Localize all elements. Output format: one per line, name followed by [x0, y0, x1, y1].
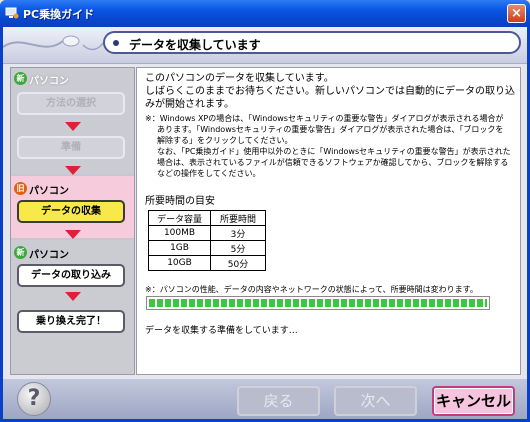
note-line: ※：Windows XPの場合は、「Windowsセキュリティの重要な警告」ダイ… [145, 114, 504, 123]
intro-line: このパソコンのデータを収集しています。 [145, 73, 334, 84]
duration-table: データ容量 所要時間 100MB 3分 1GB 5分 10GB 50分 [148, 210, 266, 271]
step-complete: 乗り換え完了！ [17, 310, 125, 333]
old-badge-icon: 旧 [14, 182, 27, 195]
table-title: 所要時間の目安 [145, 196, 215, 207]
note-line: 場合は、表示されているファイルが信頼できるソフトウェアか確認してから、ブロックを… [157, 158, 509, 167]
down-arrow-icon [65, 122, 81, 131]
sidebar-section-new-pc: 新 パソコン データの取り込み 乗り換え完了！ [11, 240, 134, 374]
step-data-import: データの取り込み [17, 264, 125, 287]
content-panel: このパソコンのデータを収集しています。 しばらくこのままでお待ちください。新しい… [136, 67, 521, 375]
note-line: なお、「PC乗換ガイド」使用中以外のときに「Windowsセキュリティの重要な警… [157, 147, 511, 156]
down-arrow-icon [65, 292, 81, 301]
step-method-selection: 方法の選択 [17, 92, 125, 115]
sidebar-section-new-pc-top: 新 パソコン 方法の選択 準備 [11, 68, 134, 175]
new-badge-icon: 新 [14, 246, 27, 259]
section-label: パソコン [29, 250, 69, 261]
down-arrow-icon [65, 166, 81, 175]
header-pill: データを収集しています [103, 31, 521, 54]
close-button[interactable]: × [507, 4, 526, 23]
window-title: PC乗換ガイド [23, 8, 95, 21]
title-bar: PC乗換ガイド × [0, 0, 530, 27]
table-cell: 10GB [148, 255, 211, 271]
table-cell: 5分 [210, 240, 266, 256]
app-window: PC乗換ガイド × データを収集しています 新 パソコン 方法の選択 準備 旧 … [0, 0, 530, 422]
table-cell: 100MB [148, 225, 211, 241]
progress-bar [146, 296, 490, 310]
back-button[interactable]: 戻る [237, 386, 320, 416]
caveat-text: ※：パソコンの性能、データの内容やネットワークの状態によって、所要時間は変わりま… [145, 285, 478, 294]
note-line: あります。「Windowsセキュリティの重要な警告」ダイアログが表示された場合は… [157, 125, 504, 134]
note-line: などの操作をしてください。 [157, 169, 261, 178]
table-row: 100MB 3分 [148, 225, 266, 241]
table-cell: 3分 [210, 225, 266, 241]
table-row: 1GB 5分 [148, 240, 266, 256]
intro-line: しばらくこのままでお待ちください。新しいパソコンでは自動的にデータの取り込みが開… [145, 86, 515, 110]
table-row: 10GB 50分 [148, 255, 266, 271]
cancel-button[interactable]: キャンセル [432, 386, 515, 416]
bullet-icon [113, 40, 119, 46]
mouse-cable-icon [3, 35, 104, 51]
intro-text: このパソコンのデータを収集しています。 しばらくこのままでお待ちください。新しい… [145, 72, 515, 111]
new-badge-icon: 新 [14, 72, 27, 85]
next-button[interactable]: 次へ [334, 386, 417, 416]
page-title: データを収集しています [129, 38, 261, 52]
down-arrow-icon [65, 230, 81, 239]
table-header: データ容量 [148, 210, 211, 226]
progress-fill [149, 299, 487, 307]
table-header: 所要時間 [210, 210, 266, 226]
sidebar-section-old-pc: 旧 パソコン データの収集 [11, 176, 134, 239]
table-cell: 1GB [148, 240, 211, 256]
step-preparation: 準備 [17, 136, 125, 159]
table-cell: 50分 [210, 255, 266, 271]
client-area: データを収集しています 新 パソコン 方法の選択 準備 旧 パソコン データの収… [3, 27, 527, 419]
help-button[interactable]: ? [17, 382, 51, 416]
section-label: パソコン [29, 186, 69, 197]
step-data-collection: データの収集 [17, 200, 125, 223]
step-sidebar: 新 パソコン 方法の選択 準備 旧 パソコン データの収集 新 パソコン データ… [10, 67, 135, 375]
app-icon [5, 7, 19, 19]
table-header-row: データ容量 所要時間 [148, 210, 266, 226]
section-label: パソコン [29, 76, 69, 87]
note-line: 解除する」をクリックしてください。 [157, 136, 293, 145]
button-bar: ? 戻る 次へ キャンセル [3, 379, 527, 419]
header-band: データを収集しています [3, 27, 527, 64]
status-text: データを収集する準備をしています… [145, 326, 298, 336]
security-note: ※：Windows XPの場合は、「Windowsセキュリティの重要な警告」ダイ… [145, 113, 517, 179]
